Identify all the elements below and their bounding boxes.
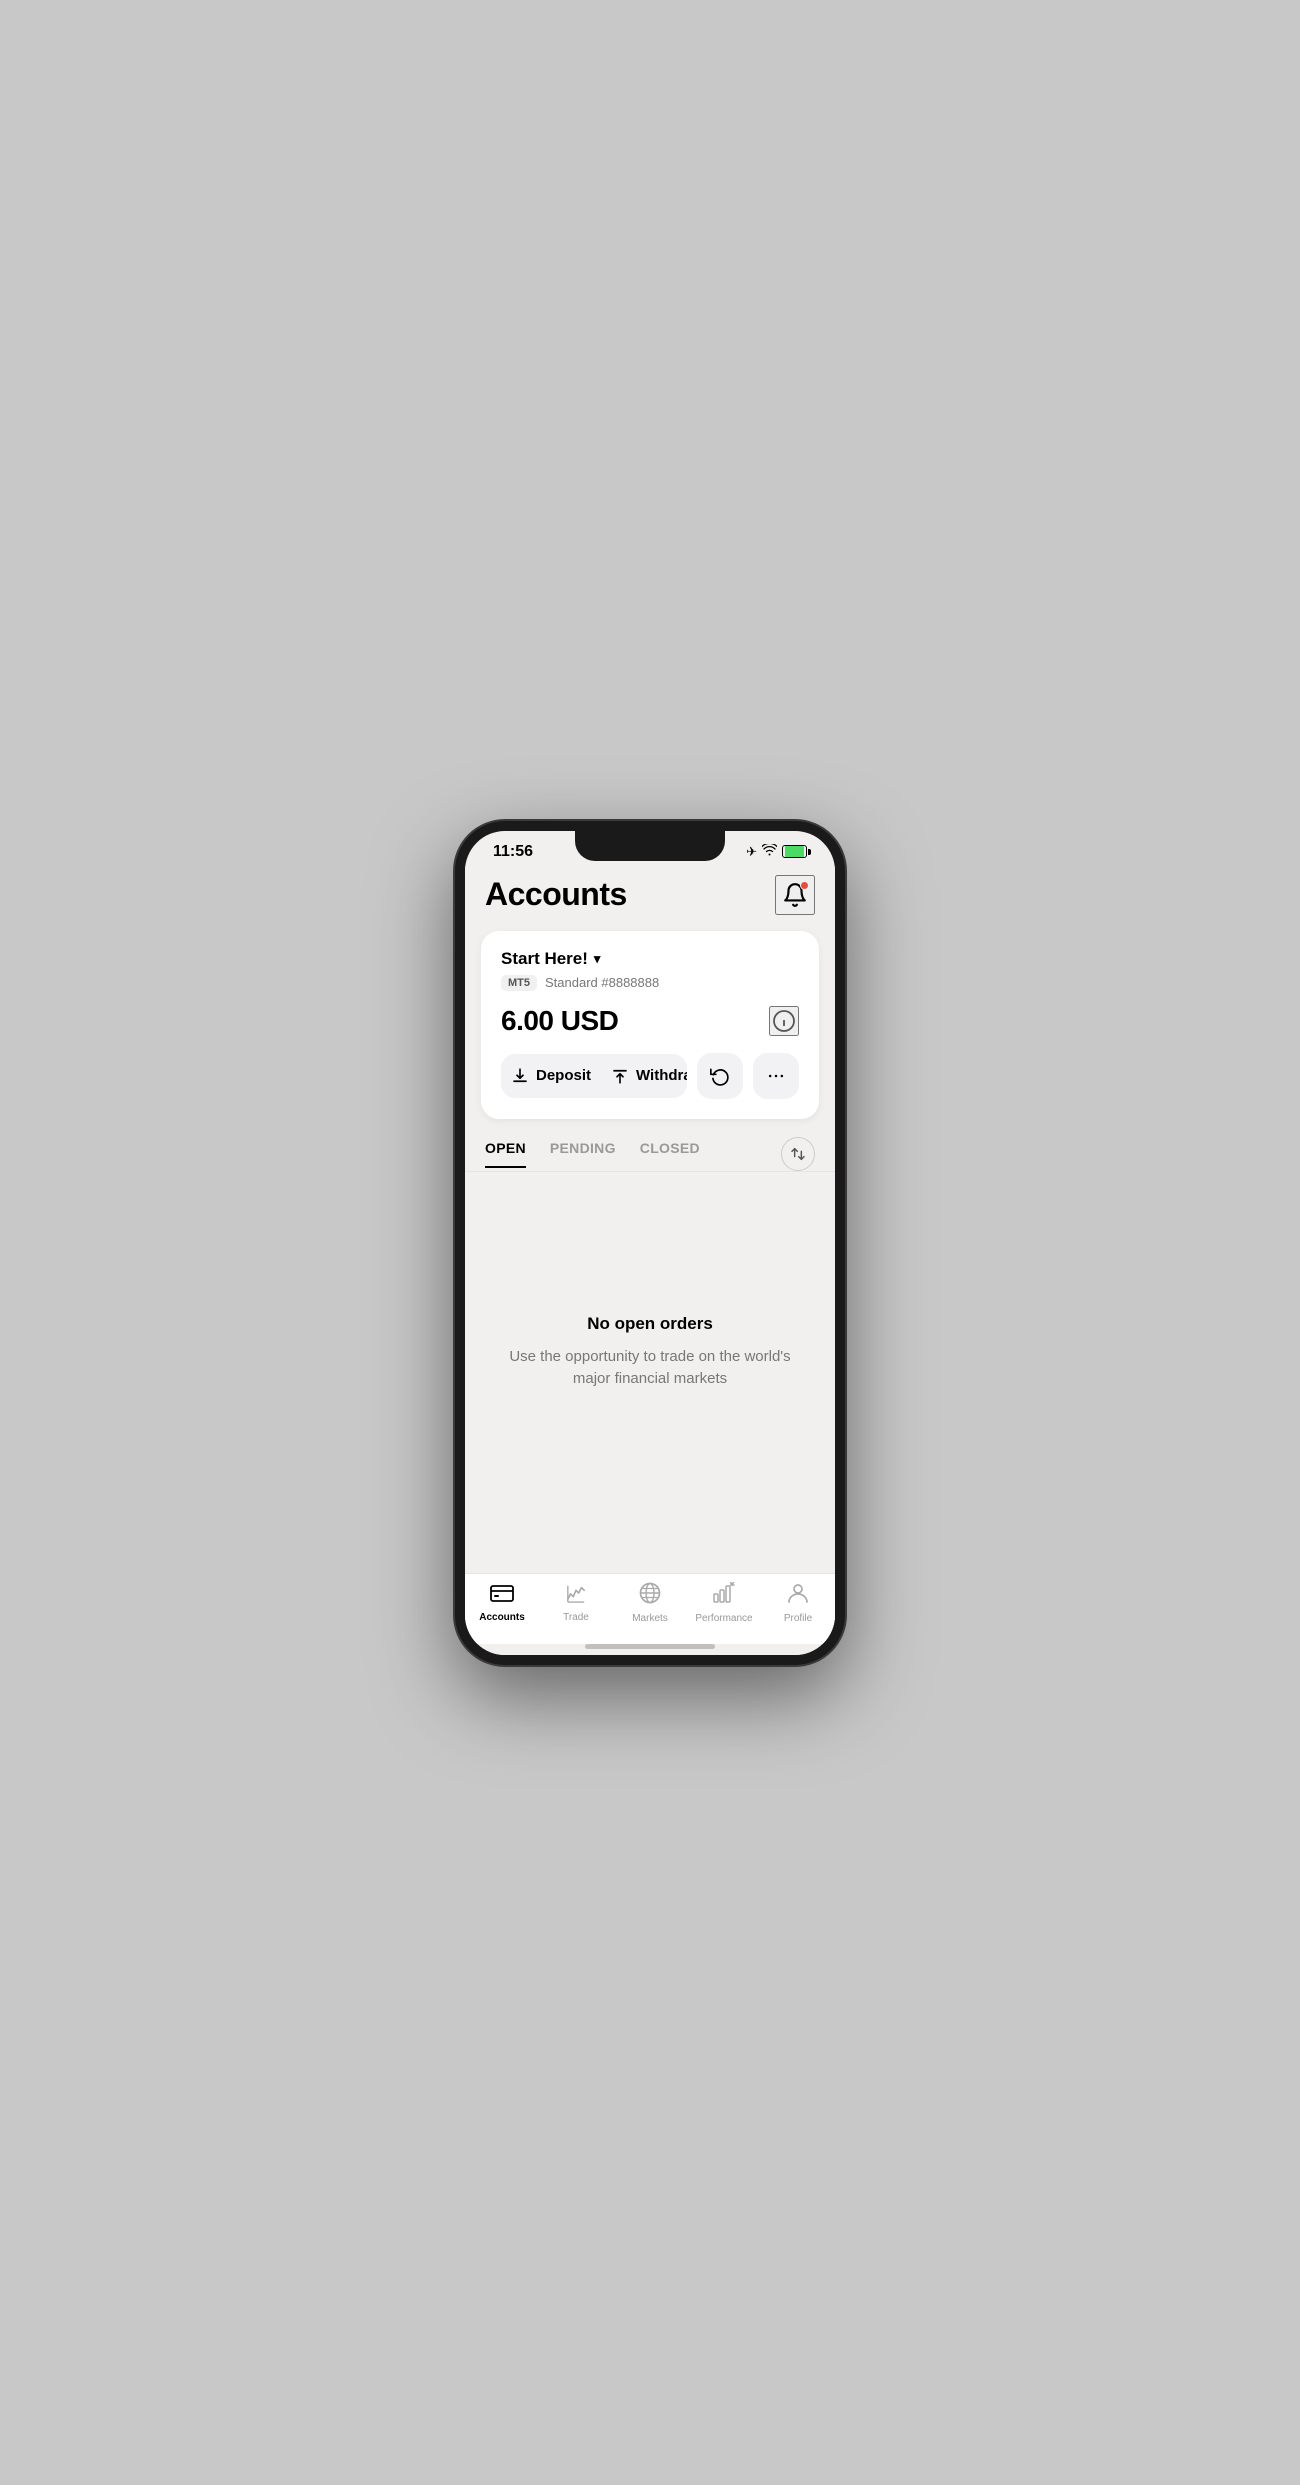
nav-item-markets[interactable]: Markets xyxy=(620,1582,680,1624)
info-icon xyxy=(772,1009,796,1033)
notification-dot xyxy=(800,881,809,890)
platform-badge: MT5 xyxy=(501,975,537,991)
more-button[interactable] xyxy=(753,1053,799,1099)
empty-title: No open orders xyxy=(587,1314,713,1334)
notification-button[interactable] xyxy=(775,875,815,915)
nav-item-accounts[interactable]: Accounts xyxy=(472,1583,532,1623)
account-card: Start Here! ▾ MT5 Standard #8888888 6.00… xyxy=(481,931,819,1119)
account-number: Standard #8888888 xyxy=(545,975,659,990)
battery-icon xyxy=(782,845,807,858)
balance-amount: 6.00 USD xyxy=(501,1005,618,1037)
nav-item-profile[interactable]: Profile xyxy=(768,1582,828,1624)
deposit-button[interactable]: Deposit xyxy=(501,1054,601,1098)
markets-nav-icon xyxy=(639,1582,661,1610)
airplane-icon: ✈ xyxy=(746,844,757,860)
status-icons: ✈ xyxy=(746,844,807,860)
header: Accounts xyxy=(465,865,835,923)
profile-nav-label: Profile xyxy=(784,1613,812,1624)
action-buttons-row: Deposit Withdraw xyxy=(501,1053,799,1099)
deposit-withdraw-group: Deposit Withdraw xyxy=(501,1054,687,1098)
deposit-icon xyxy=(511,1067,529,1085)
page-title: Accounts xyxy=(485,876,627,913)
account-meta: MT5 Standard #8888888 xyxy=(501,975,799,991)
performance-nav-label: Performance xyxy=(695,1613,752,1624)
balance-row: 6.00 USD xyxy=(501,1005,799,1037)
sort-button[interactable] xyxy=(781,1137,815,1171)
withdraw-icon xyxy=(611,1067,629,1085)
performance-nav-icon xyxy=(712,1582,736,1610)
history-icon xyxy=(710,1066,730,1086)
sort-icon xyxy=(790,1146,806,1162)
accounts-nav-icon xyxy=(490,1583,514,1609)
withdraw-button[interactable]: Withdraw xyxy=(601,1054,687,1098)
accounts-nav-label: Accounts xyxy=(479,1612,525,1623)
account-name-row: Start Here! ▾ xyxy=(501,949,799,969)
withdraw-label: Withdraw xyxy=(636,1067,687,1084)
trade-nav-label: Trade xyxy=(563,1612,589,1623)
trade-nav-icon xyxy=(564,1583,588,1609)
screen: Accounts Start Here! ▾ MT5 Standard #888… xyxy=(465,865,835,1655)
info-button[interactable] xyxy=(769,1006,799,1036)
status-time: 11:56 xyxy=(493,843,533,861)
account-name: Start Here! xyxy=(501,949,588,969)
wifi-icon xyxy=(762,844,777,859)
tab-open[interactable]: OPEN xyxy=(485,1140,526,1168)
more-icon xyxy=(766,1066,786,1086)
empty-state: No open orders Use the opportunity to tr… xyxy=(465,1172,835,1573)
deposit-label: Deposit xyxy=(536,1067,591,1084)
tabs-row: OPEN PENDING CLOSED xyxy=(465,1127,835,1172)
history-button[interactable] xyxy=(697,1053,743,1099)
tab-pending[interactable]: PENDING xyxy=(550,1140,616,1168)
phone-frame: 11:56 ✈ Accounts xyxy=(455,821,845,1665)
bottom-nav: Accounts Trade xyxy=(465,1573,835,1644)
nav-item-trade[interactable]: Trade xyxy=(546,1583,606,1623)
chevron-down-icon[interactable]: ▾ xyxy=(594,951,601,967)
empty-subtitle: Use the opportunity to trade on the worl… xyxy=(505,1346,795,1391)
markets-nav-label: Markets xyxy=(632,1613,668,1624)
nav-item-performance[interactable]: Performance xyxy=(694,1582,754,1624)
profile-nav-icon xyxy=(787,1582,809,1610)
tab-closed[interactable]: CLOSED xyxy=(640,1140,700,1168)
tabs-group: OPEN PENDING CLOSED xyxy=(485,1140,700,1168)
home-indicator xyxy=(585,1644,715,1649)
notch xyxy=(575,831,725,861)
